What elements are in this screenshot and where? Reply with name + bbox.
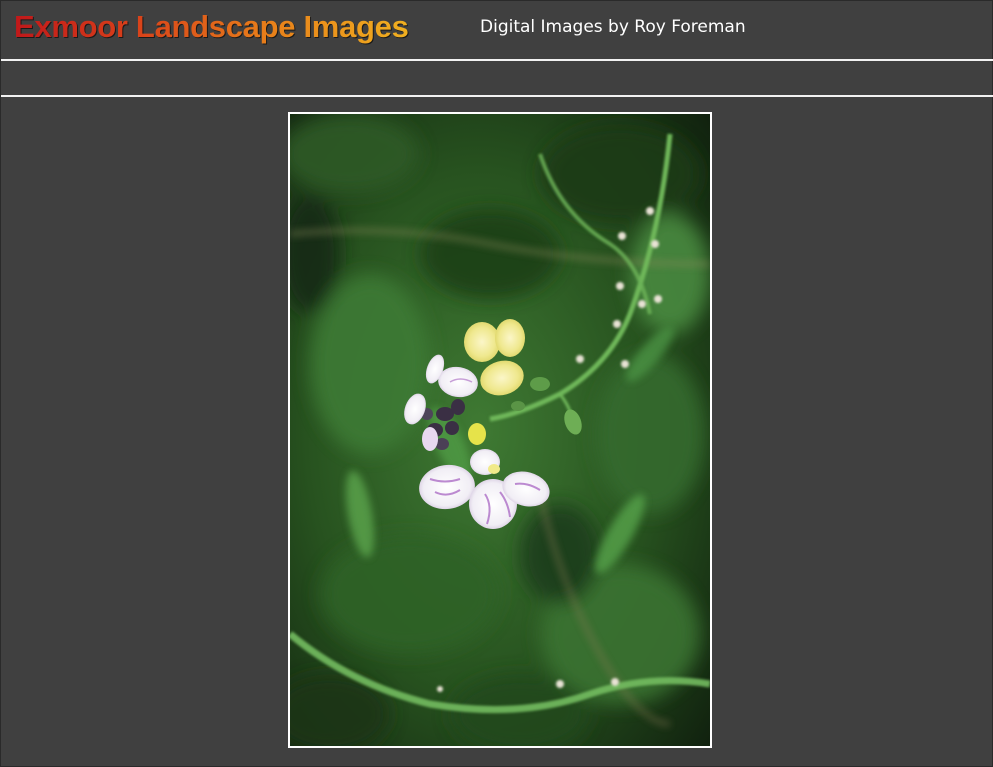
page: Exmoor Landscape Images Digital Images b… — [0, 0, 993, 767]
nav-bar — [1, 61, 993, 95]
site-title[interactable]: Exmoor Landscape Images — [14, 9, 409, 45]
site-subtitle: Digital Images by Roy Foreman — [480, 17, 746, 37]
flower-photo[interactable] — [288, 112, 712, 748]
flower-photo-image — [290, 114, 710, 746]
site-header: Exmoor Landscape Images Digital Images b… — [1, 1, 993, 59]
header-divider-bottom — [1, 95, 993, 97]
